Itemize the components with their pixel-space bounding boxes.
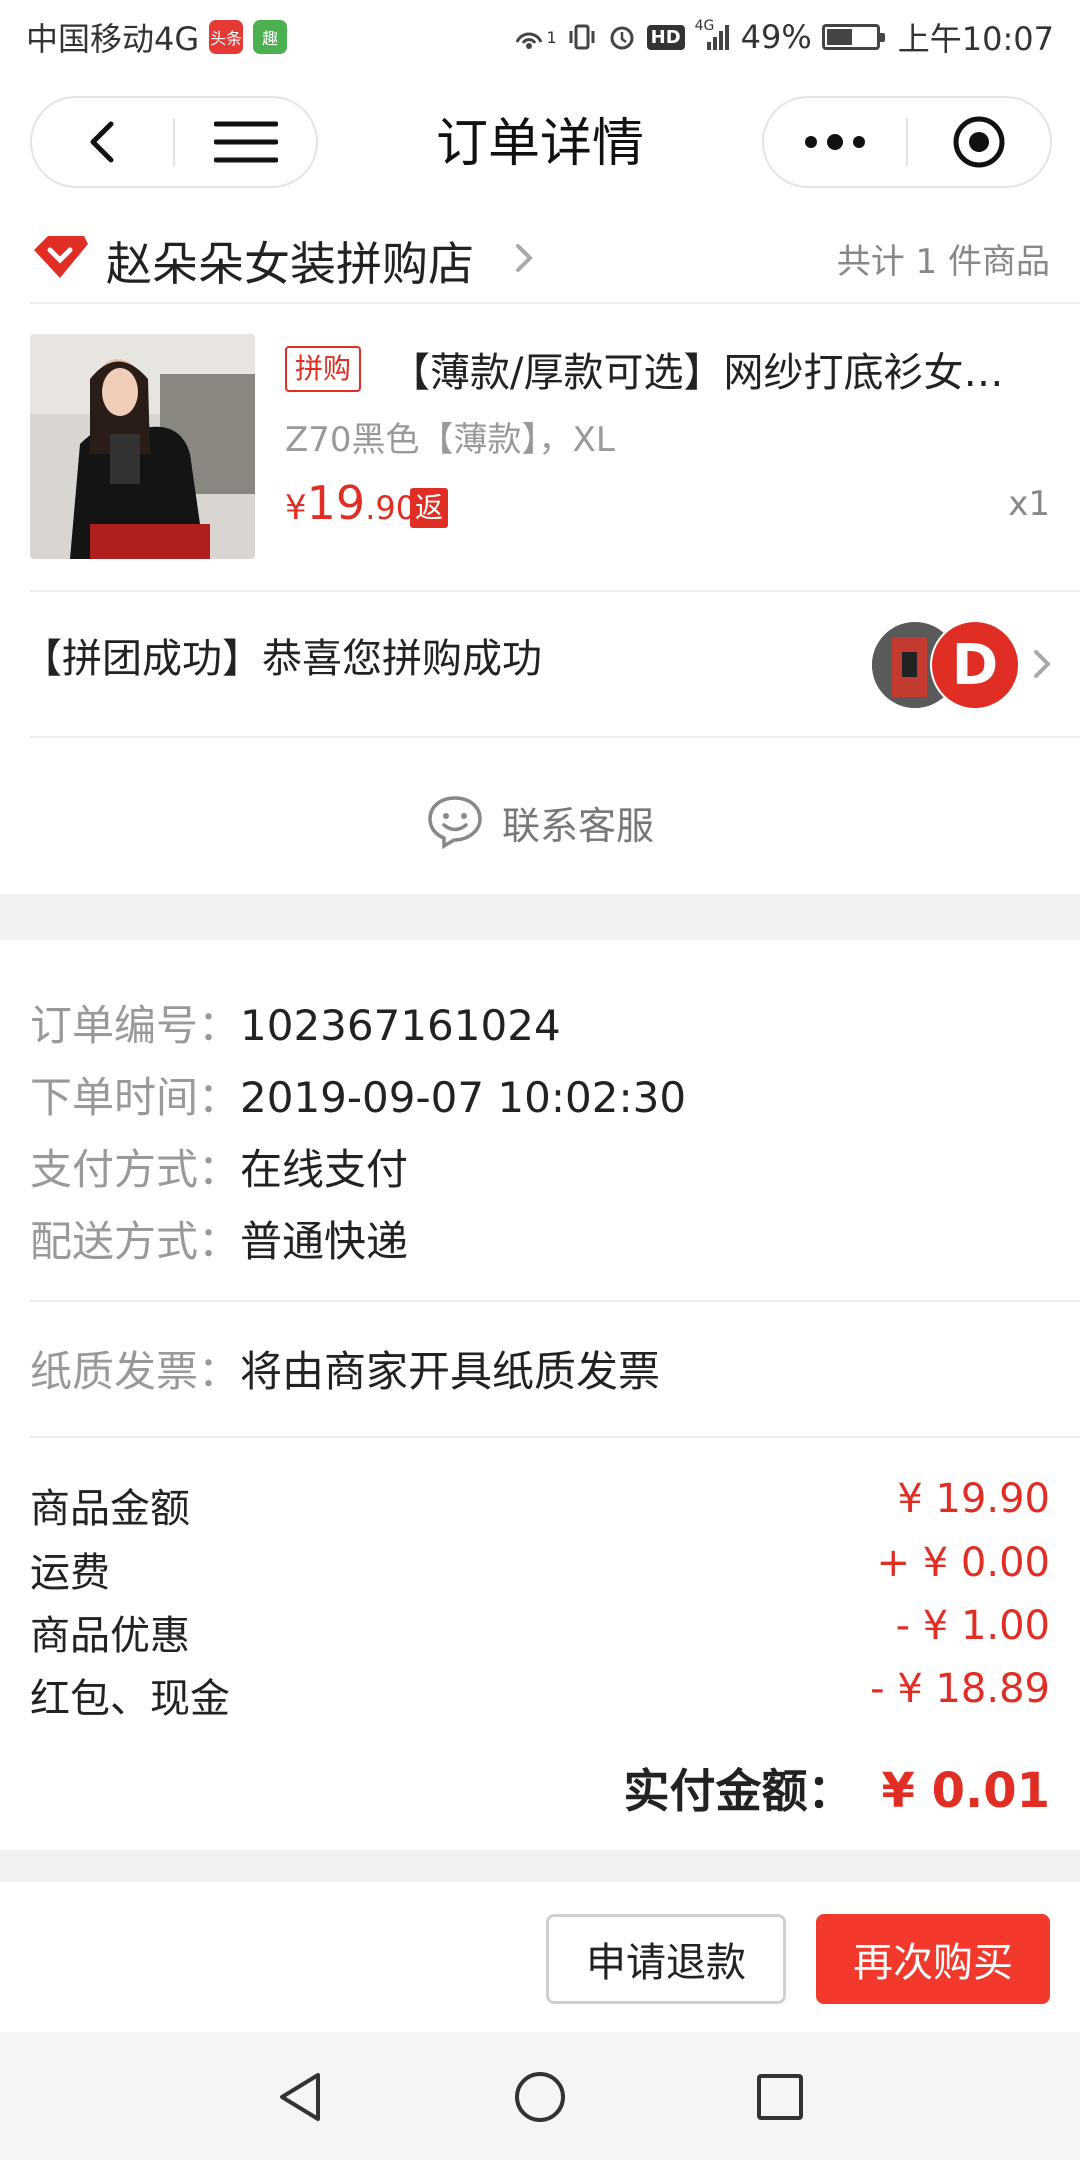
delivery-method-label: 配送方式： (30, 1217, 241, 1266)
status-bar: 中国移动4G 头条 趣 1 HD 4G 49% 上午10:07 (0, 0, 1080, 74)
goods-amount-label: 商品金额 (30, 1486, 190, 1532)
close-miniprogram-button[interactable] (908, 98, 1050, 186)
system-navigation-bar (0, 2032, 1080, 2160)
product-spec: Z70黑色【薄款】，XL (285, 420, 615, 460)
sim-index: 1 (546, 27, 557, 47)
order-card: 赵朵朵女装拼购店 共计 1 件商品 拼购 【薄款/厚款可选】网纱打底衫女… Z7… (0, 214, 1080, 894)
total-paid: 实付金额： ¥ 0.01 (623, 1755, 1050, 1821)
shipping-fee-label: 运费 (30, 1550, 110, 1596)
group-status-text: 【拼团成功】恭喜您拼购成功 (22, 636, 542, 682)
payment-method-value: 在线支付 (240, 1145, 409, 1194)
order-number-label: 订单编号： (30, 1001, 241, 1050)
clock: 上午10:07 (897, 20, 1054, 58)
customer-service-icon (428, 796, 482, 850)
group-buy-tag: 拼购 (285, 346, 362, 392)
price-symbol: ¥ (285, 488, 307, 528)
system-recents-button[interactable] (745, 2062, 815, 2132)
red-packet-label: 红包、现金 (30, 1676, 230, 1722)
hotspot-icon (512, 20, 546, 54)
price-integer: 19 (306, 476, 366, 530)
product-title[interactable]: 【薄款/厚款可选】网纱打底衫女… (390, 340, 1040, 398)
order-number-value[interactable]: 102367161024 (240, 1001, 561, 1050)
status-left: 中国移动4G 头条 趣 (26, 14, 288, 60)
hd-badge: HD (646, 24, 685, 50)
payment-method-label: 支付方式： (30, 1145, 241, 1194)
request-refund-button[interactable]: 申请退款 (546, 1914, 786, 2004)
product-image[interactable] (30, 334, 255, 559)
contact-service-button[interactable]: 联系客服 (0, 754, 1080, 890)
avatar: D (930, 620, 1020, 710)
triangle-back-icon (280, 2073, 320, 2121)
shipping-fee-value: + ¥ 0.00 (876, 1540, 1050, 1586)
system-home-button[interactable] (505, 2062, 575, 2132)
signal-icon: 4G (694, 18, 731, 54)
rebate-badge: 返 (410, 488, 449, 528)
square-recents-icon (757, 2074, 803, 2120)
network-type-label: 4G (694, 18, 715, 34)
divider (30, 302, 1080, 304)
invoice-label: 纸质发票： (30, 1347, 241, 1396)
total-paid-value: ¥ 0.01 (881, 1763, 1050, 1819)
buy-again-button[interactable]: 再次购买 (816, 1914, 1050, 2004)
product-quantity: x1 (1008, 484, 1050, 524)
more-button[interactable] (764, 98, 906, 186)
order-number-row: 订单编号：102367161024 (30, 992, 561, 1053)
battery-icon (821, 24, 885, 50)
product-price: ¥19.90 (285, 476, 416, 530)
goods-amount-value: ¥ 19.90 (897, 1476, 1050, 1522)
nav-capsule (30, 96, 318, 188)
payment-method-row: 支付方式：在线支付 (30, 1136, 408, 1197)
chevron-right-icon (1034, 650, 1051, 678)
bottom-action-bar: 申请退款 再次购买 (0, 1882, 1080, 2032)
qutoutiao-app-icon: 趣 (253, 20, 288, 54)
more-icon (805, 134, 865, 150)
red-packet-value: - ¥ 18.89 (870, 1666, 1050, 1712)
back-icon (90, 121, 113, 163)
mini-program-capsule (762, 96, 1052, 188)
alarm-icon (607, 20, 637, 54)
shop-logo-icon (34, 236, 88, 278)
delivery-method-row: 配送方式：普通快递 (30, 1208, 408, 1269)
carrier-label: 中国移动4G (26, 20, 200, 58)
title-bar: 订单详情 (0, 74, 1080, 214)
shop-name: 赵朵朵女装拼购店 (106, 237, 474, 291)
circle-home-icon (515, 2072, 565, 2122)
total-paid-label: 实付金额： (623, 1764, 854, 1818)
divider (30, 1300, 1080, 1302)
system-back-button[interactable] (265, 2062, 335, 2132)
shop-row[interactable]: 赵朵朵女装拼购店 共计 1 件商品 (0, 214, 1080, 302)
order-time-value: 2019-09-07 10:02:30 (240, 1073, 687, 1122)
discount-value: - ¥ 1.00 (895, 1603, 1050, 1649)
group-status-row[interactable]: 【拼团成功】恭喜您拼购成功 D (0, 590, 1080, 720)
target-icon (953, 116, 1005, 168)
divider (30, 736, 1080, 738)
invoice-value: 将由商家开具纸质发票 (240, 1347, 661, 1396)
avatar-letter: D (951, 632, 999, 698)
toutiao-app-icon: 头条 (209, 20, 244, 54)
menu-icon (213, 121, 278, 163)
status-right: 1 HD 4G 49% 上午10:07 (512, 14, 1054, 60)
order-time-label: 下单时间： (30, 1073, 241, 1122)
chevron-right-icon (516, 244, 533, 272)
battery-percent: 49% (740, 18, 812, 56)
order-time-row: 下单时间：2019-09-07 10:02:30 (30, 1064, 686, 1125)
price-decimal: .90 (365, 489, 417, 527)
discount-label: 商品优惠 (30, 1613, 190, 1659)
order-info-card: 订单编号：102367161024 下单时间：2019-09-07 10:02:… (0, 940, 1080, 1850)
divider (30, 1436, 1080, 1438)
vibrate-icon (567, 20, 597, 54)
invoice-row: 纸质发票：将由商家开具纸质发票 (30, 1338, 660, 1399)
contact-service-label: 联系客服 (501, 803, 654, 848)
menu-button[interactable] (175, 98, 316, 186)
back-button[interactable] (32, 98, 173, 186)
item-count: 共计 1 件商品 (836, 242, 1050, 282)
delivery-method-value: 普通快递 (240, 1217, 409, 1266)
